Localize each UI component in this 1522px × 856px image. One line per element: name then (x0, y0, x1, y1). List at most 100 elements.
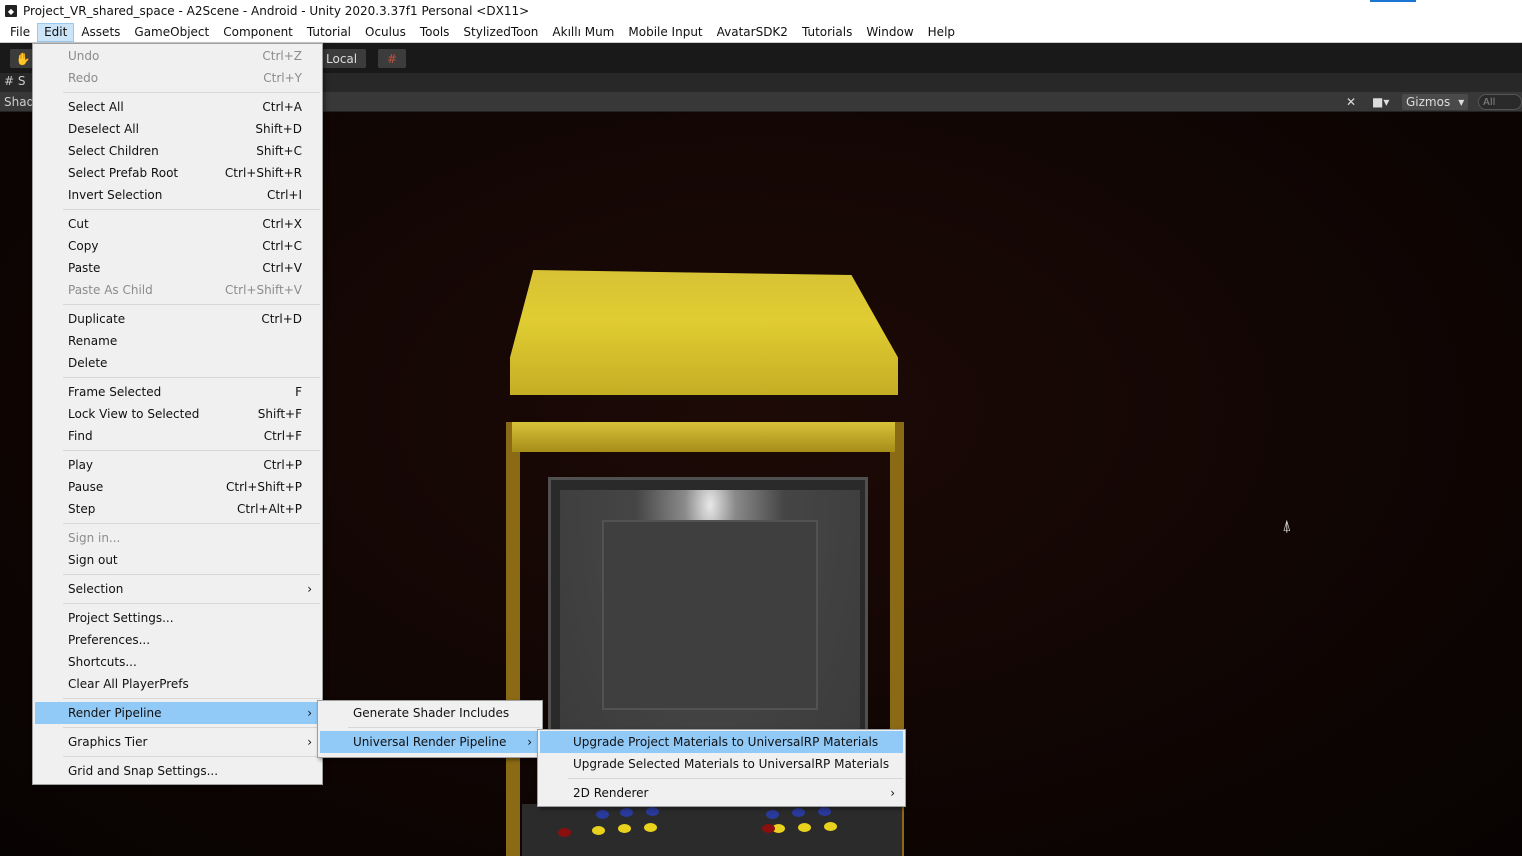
menu-tutorials[interactable]: Tutorials (795, 23, 859, 42)
scene-tab[interactable]: # S (4, 74, 26, 88)
menu-item-grid-snap[interactable]: Grid and Snap Settings... (35, 760, 320, 782)
menu-item-project-settings[interactable]: Project Settings... (35, 607, 320, 629)
menu-separator (63, 450, 320, 451)
menu-item-upgrade-project-materials[interactable]: Upgrade Project Materials to UniversalRP… (540, 731, 903, 753)
menu-window[interactable]: Window (859, 23, 920, 42)
menu-tutorial[interactable]: Tutorial (300, 23, 358, 42)
menu-separator (63, 209, 320, 210)
menu-separator (63, 603, 320, 604)
window-control-accent (1370, 0, 1416, 2)
menu-separator (348, 727, 540, 728)
arcade-button (792, 808, 805, 817)
menu-item-select-all[interactable]: Select All Ctrl+A (35, 96, 320, 118)
urp-submenu: Upgrade Project Materials to UniversalRP… (537, 729, 906, 807)
menu-item-generate-shader-includes[interactable]: Generate Shader Includes (320, 702, 540, 724)
menu-item-rename[interactable]: Rename (35, 330, 320, 352)
menu-item-paste[interactable]: Paste Ctrl+V (35, 257, 320, 279)
menu-item-upgrade-selected-materials[interactable]: Upgrade Selected Materials to UniversalR… (540, 753, 903, 775)
search-placeholder: All (1483, 96, 1496, 108)
player-gizmo-icon[interactable]: ⍋ (1282, 516, 1292, 536)
shading-mode-dropdown[interactable]: Shad (4, 95, 34, 109)
menu-gameobject[interactable]: GameObject (127, 23, 216, 42)
arcade-button (766, 810, 779, 819)
menu-help[interactable]: Help (921, 23, 962, 42)
joystick-ball (762, 824, 775, 833)
menu-item-frame-selected[interactable]: Frame Selected F (35, 381, 320, 403)
gizmos-button[interactable]: Gizmos ▾ (1402, 94, 1469, 110)
menu-item-sign-out[interactable]: Sign out (35, 549, 320, 571)
arcade-button (596, 810, 609, 819)
tools-icon[interactable]: ✕ (1346, 94, 1356, 110)
arcade-button (620, 808, 633, 817)
menu-edit[interactable]: Edit (37, 22, 75, 42)
menu-item-cut[interactable]: Cut Ctrl+X (35, 213, 320, 235)
cabinet-side-left (506, 422, 520, 856)
chevron-right-icon: › (527, 735, 532, 749)
menu-item-redo[interactable]: Redo Ctrl+Y (35, 67, 320, 89)
pivot-local-toggle[interactable]: Local (322, 49, 366, 68)
menu-item-paste-as-child[interactable]: Paste As Child Ctrl+Shift+V (35, 279, 320, 301)
menu-separator (63, 523, 320, 524)
menu-item-preferences[interactable]: Preferences... (35, 629, 320, 651)
edit-menu: Undo Ctrl+Z Redo Ctrl+Y Select All Ctrl+A D… (32, 43, 323, 785)
menu-item-undo[interactable]: Undo Ctrl+Z (35, 45, 320, 67)
scene-tab-label: S (17, 74, 26, 88)
menu-item-step[interactable]: Step Ctrl+Alt+P (35, 498, 320, 520)
menu-separator (63, 574, 320, 575)
menu-assets[interactable]: Assets (74, 23, 127, 42)
menu-tools[interactable]: Tools (413, 23, 457, 42)
menu-separator (568, 778, 903, 779)
menu-item-clear-playerprefs[interactable]: Clear All PlayerPrefs (35, 673, 320, 695)
menu-item-selection[interactable]: Selection › (35, 578, 320, 600)
camera-icon[interactable]: ■▾ (1372, 94, 1389, 110)
menu-item-select-prefab-root[interactable]: Select Prefab Root Ctrl+Shift+R (35, 162, 320, 184)
menu-mobile-input[interactable]: Mobile Input (621, 23, 709, 42)
title-bar: ◆ Project_VR_shared_space - A2Scene - An… (0, 0, 1522, 22)
menu-bar: File Edit Assets GameObject Component Tu… (0, 22, 1522, 43)
arcade-button (646, 807, 659, 816)
menu-separator (63, 727, 320, 728)
menu-item-graphics-tier[interactable]: Graphics Tier › (35, 731, 320, 753)
menu-item-render-pipeline[interactable]: Render Pipeline › (35, 702, 320, 724)
window-title: Project_VR_shared_space - A2Scene - Andr… (23, 4, 530, 18)
menu-item-duplicate[interactable]: Duplicate Ctrl+D (35, 308, 320, 330)
menu-stylizedtoon[interactable]: StylizedToon (456, 23, 545, 42)
grid-snap-icon[interactable]: # (378, 49, 406, 68)
menu-item-lock-view[interactable]: Lock View to Selected Shift+F (35, 403, 320, 425)
grid-icon: # (4, 74, 15, 88)
arcade-button (618, 824, 631, 833)
menu-separator (63, 377, 320, 378)
menu-item-shortcuts[interactable]: Shortcuts... (35, 651, 320, 673)
scene-search-input[interactable]: All (1478, 94, 1522, 110)
menu-item-invert-selection[interactable]: Invert Selection Ctrl+I (35, 184, 320, 206)
menu-item-2d-renderer[interactable]: 2D Renderer › (540, 782, 903, 804)
menu-item-universal-render-pipeline[interactable]: Universal Render Pipeline › (320, 731, 540, 753)
menu-akilli-mum[interactable]: Akıllı Mum (545, 23, 621, 42)
menu-oculus[interactable]: Oculus (358, 23, 413, 42)
arcade-button (798, 823, 811, 832)
menu-item-copy[interactable]: Copy Ctrl+C (35, 235, 320, 257)
arcade-button (824, 822, 837, 831)
menu-component[interactable]: Component (216, 23, 300, 42)
menu-item-select-children[interactable]: Select Children Shift+C (35, 140, 320, 162)
menu-item-deselect-all[interactable]: Deselect All Shift+D (35, 118, 320, 140)
cabinet-screen-inner (602, 520, 818, 710)
chevron-right-icon: › (307, 735, 312, 749)
arcade-button (818, 807, 831, 816)
gizmos-label: Gizmos (1406, 95, 1451, 109)
arcade-button (644, 823, 657, 832)
menu-item-pause[interactable]: Pause Ctrl+Shift+P (35, 476, 320, 498)
menu-item-sign-in[interactable]: Sign in... (35, 527, 320, 549)
menu-separator (63, 698, 320, 699)
menu-separator (63, 304, 320, 305)
menu-separator (63, 756, 320, 757)
cabinet-band (512, 422, 895, 452)
chevron-right-icon: › (307, 706, 312, 720)
menu-file[interactable]: File (3, 23, 37, 42)
menu-item-play[interactable]: Play Ctrl+P (35, 454, 320, 476)
menu-item-find[interactable]: Find Ctrl+F (35, 425, 320, 447)
cabinet-control-panel (522, 804, 902, 856)
local-label: Local (326, 51, 358, 66)
menu-item-delete[interactable]: Delete (35, 352, 320, 374)
menu-avatarsdk2[interactable]: AvatarSDK2 (710, 23, 795, 42)
